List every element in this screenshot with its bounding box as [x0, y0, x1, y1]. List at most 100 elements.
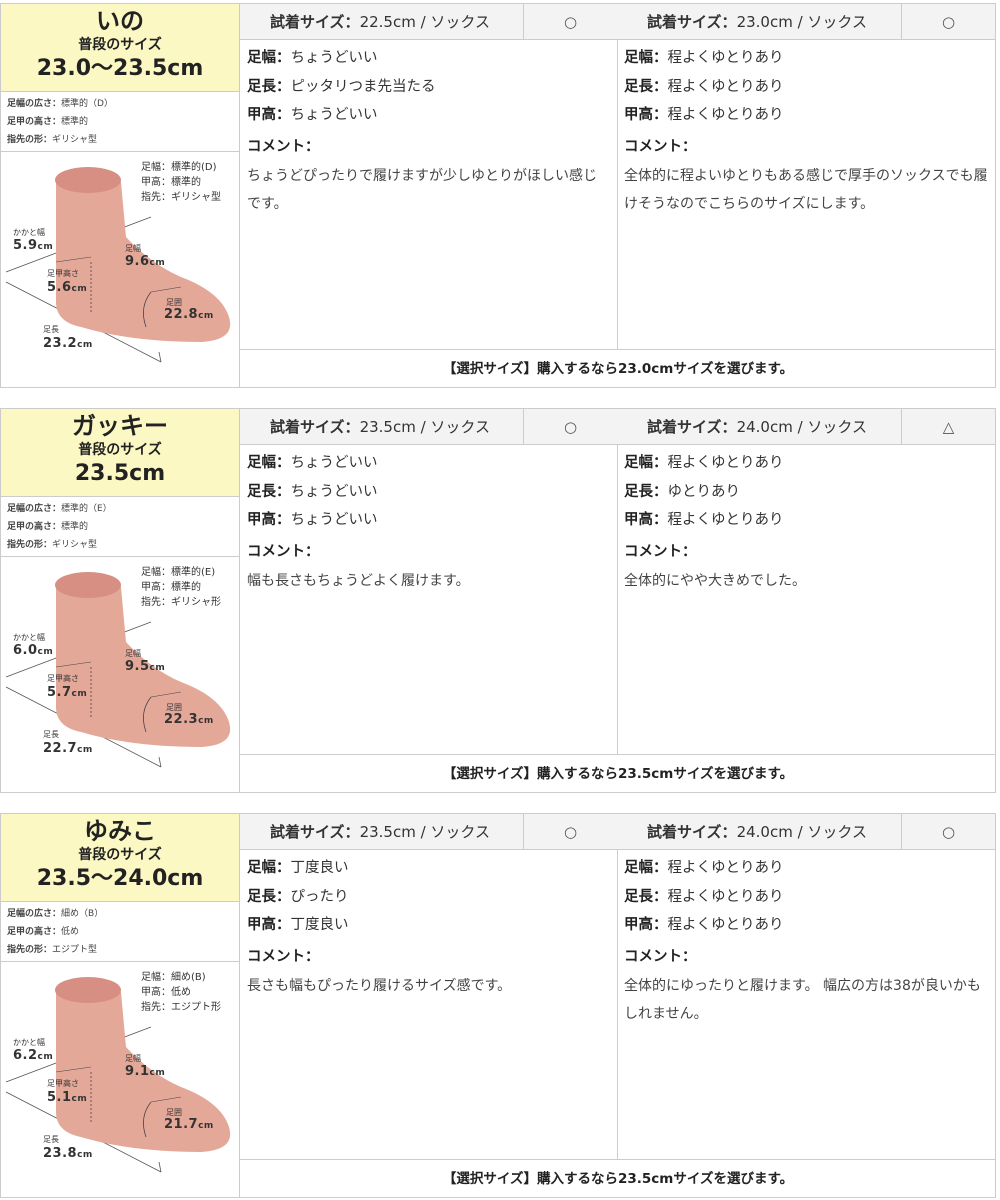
- fit-row-label: 足幅：: [624, 860, 668, 876]
- comment-label: コメント：: [247, 138, 320, 155]
- fit-row: 甲高：程よくゆとりあり: [624, 506, 988, 535]
- foot-diagram: 足幅：標準的(D) 甲高：標準的 指先：ギリシャ型 かかと幅 5.9cm 足幅 9.…: [1, 152, 239, 387]
- fit-row-label: 足幅：: [624, 455, 668, 471]
- try-size-value: 24.0cm / ソックス: [736, 418, 867, 436]
- foot-attributes: 足幅の広さ：標準的（E） 足甲の高さ：標準的 指先の形：ギリシャ型: [1, 497, 239, 557]
- try-size-label: 試着サイズ：: [270, 418, 360, 436]
- fit-row-value: ぴったり: [290, 888, 349, 905]
- usual-size-value: 23.5〜24.0cm: [36, 866, 204, 891]
- trial-header: 試着サイズ：22.5cm / ソックス ○: [240, 4, 617, 40]
- trial-column: 試着サイズ：24.0cm / ソックス ○ 足幅：程よくゆとりあり 足長：程よくゆ…: [617, 814, 995, 1159]
- foot-attributes: 足幅の広さ：標準的（D） 足甲の高さ：標準的 指先の形：ギリシャ型: [1, 92, 239, 152]
- reviewer-block: ガッキー 普段のサイズ 23.5cm 足幅の広さ：標準的（E） 足甲の高さ：標準的…: [0, 408, 1000, 793]
- reviewer-profile: ガッキー 普段のサイズ 23.5cm 足幅の広さ：標準的（E） 足甲の高さ：標準的…: [0, 408, 240, 793]
- heel-width-value: 6.0cm: [13, 643, 54, 658]
- fit-row-value: 程よくゆとりあり: [667, 888, 784, 905]
- reviewer-name: いの: [96, 7, 144, 35]
- reviewer-name: ガッキー: [72, 412, 168, 440]
- attr-value: 標準的（D）: [61, 99, 113, 109]
- attr-label: 足甲の高さ：: [7, 117, 62, 127]
- foot-length-label: 足長: [43, 325, 59, 334]
- fit-row-value: ピッタリつま先当たる: [290, 78, 436, 95]
- foot-diagram: 足幅：細め(B) 甲高：低め 指先：エジプト形 かかと幅 6.2cm 足幅 9.1c…: [1, 962, 239, 1197]
- fit-row: 甲高：程よくゆとりあり: [624, 911, 988, 940]
- foot-width-label: 足幅: [125, 1054, 141, 1063]
- try-size-label: 試着サイズ：: [270, 13, 360, 31]
- instep-height-label: 足甲高さ: [47, 269, 79, 278]
- try-size-value: 23.0cm / ソックス: [736, 13, 867, 31]
- trial-results: 試着サイズ：23.5cm / ソックス ○ 足幅：丁度良い 足長：ぴったり 甲高：丁…: [240, 813, 996, 1198]
- comment-text: 幅も長さもちょうどよく履けます。: [247, 572, 470, 589]
- comment-label: コメント：: [624, 543, 697, 560]
- fit-row-label: 甲高：: [247, 107, 291, 123]
- attr-value: 標準的: [61, 522, 89, 532]
- fit-row-value: 程よくゆとりあり: [667, 917, 784, 933]
- legend-line: 甲高：低め: [141, 987, 191, 998]
- foot-attribute: 足甲の高さ：標準的: [7, 518, 233, 536]
- trial-column: 試着サイズ：23.0cm / ソックス ○ 足幅：程よくゆとりあり 足長：程よくゆ…: [617, 4, 995, 349]
- selected-size-note: 【選択サイズ】購入するなら23.0cmサイズを選びます。: [240, 349, 996, 388]
- foot-width-value: 9.6cm: [125, 254, 166, 269]
- reviewer-header: いの 普段のサイズ 23.0〜23.5cm: [1, 4, 239, 92]
- fit-row-label: 足幅：: [247, 455, 291, 471]
- attr-value: 低め: [61, 927, 80, 937]
- foot-attribute: 足幅の広さ：標準的（D）: [7, 95, 233, 113]
- trial-column: 試着サイズ：24.0cm / ソックス △ 足幅：程よくゆとりあり 足長：ゆとりあ…: [617, 409, 995, 754]
- foot-width-label: 足幅: [125, 649, 141, 658]
- legend-line: 指先：ギリシャ型: [141, 192, 221, 203]
- heel-width-label: かかと幅: [13, 633, 45, 642]
- fit-row-label: 甲高：: [247, 512, 291, 528]
- instep-height-value: 5.6cm: [47, 280, 88, 295]
- foot-girth-value: 22.8cm: [164, 307, 214, 322]
- foot-attribute: 指先の形：エジプト型: [7, 941, 233, 959]
- trial-column: 試着サイズ：23.5cm / ソックス ○ 足幅：ちょうどいい 足長：ちょうどいい…: [240, 409, 618, 754]
- fit-row: 足長：ぴったり: [247, 883, 610, 912]
- trial-header: 試着サイズ：23.5cm / ソックス ○: [240, 814, 617, 850]
- attr-value: 標準的（E）: [61, 504, 112, 514]
- foot-girth-value: 22.3cm: [164, 712, 214, 727]
- comment-text: 全体的にやや大きめでした。: [624, 572, 806, 589]
- heel-width-label: かかと幅: [13, 228, 45, 237]
- attr-label: 足幅の広さ：: [7, 99, 62, 109]
- fit-row-label: 足長：: [247, 888, 291, 905]
- usual-size-label: 普段のサイズ: [78, 442, 162, 458]
- comment-text: 長さも幅もぴったり履けるサイズ感です。: [247, 977, 512, 994]
- foot-length-value: 23.8cm: [43, 1146, 93, 1161]
- trial-header: 試着サイズ：24.0cm / ソックス △: [617, 409, 995, 445]
- reviewer-profile: いの 普段のサイズ 23.0〜23.5cm 足幅の広さ：標準的（D） 足甲の高さ：…: [0, 3, 240, 388]
- fit-mark: ○: [901, 4, 995, 39]
- fit-row: 足幅：程よくゆとりあり: [624, 449, 988, 478]
- fit-row-value: ちょうどいい: [290, 455, 378, 471]
- fit-row-label: 足長：: [624, 888, 668, 905]
- usual-size-label: 普段のサイズ: [78, 37, 162, 53]
- fit-row: 足幅：ちょうどいい: [247, 449, 610, 478]
- legend-line: 足幅：細め(B): [141, 972, 206, 983]
- reviewer-header: ガッキー 普段のサイズ 23.5cm: [1, 409, 239, 497]
- fit-row: 甲高：丁度良い: [247, 911, 610, 940]
- fit-row-value: 程よくゆとりあり: [667, 107, 784, 123]
- trial-column: 試着サイズ：22.5cm / ソックス ○ 足幅：ちょうどいい足長：ピッタリつま…: [240, 4, 618, 349]
- fit-row: 足長：ゆとりあり: [624, 478, 988, 507]
- fit-row-label: 甲高：: [624, 512, 668, 528]
- fit-row-label: 足長：: [624, 78, 668, 95]
- foot-girth-value: 21.7cm: [164, 1117, 214, 1132]
- fit-row-value: 程よくゆとりあり: [667, 860, 784, 876]
- fit-row-label: 足長：: [247, 78, 291, 95]
- reviewer-block: ゆみこ 普段のサイズ 23.5〜24.0cm 足幅の広さ：細め（B） 足甲の高さ：…: [0, 813, 1000, 1198]
- usual-size-value: 23.5cm: [74, 461, 166, 486]
- fit-row: 足長：程よくゆとりあり: [624, 73, 988, 102]
- reviewer-header: ゆみこ 普段のサイズ 23.5〜24.0cm: [1, 814, 239, 902]
- fit-row-label: 甲高：: [624, 917, 668, 933]
- fit-row: 足長：ちょうどいい: [247, 478, 610, 507]
- foot-width-value: 9.1cm: [125, 1064, 166, 1079]
- usual-size-value: 23.0〜23.5cm: [36, 56, 204, 81]
- foot-attribute: 足幅の広さ：細め（B）: [7, 905, 233, 923]
- reviewer-name: ゆみこ: [84, 817, 156, 845]
- foot-length-value: 23.2cm: [43, 336, 93, 351]
- try-size-label: 試着サイズ：: [270, 823, 360, 841]
- fit-mark: ○: [523, 814, 617, 849]
- fit-row: 足幅：ちょうどいい: [247, 44, 610, 73]
- instep-height-value: 5.7cm: [47, 685, 88, 700]
- legend-line: 足幅：標準的(D): [141, 162, 217, 173]
- foot-legend: 足幅：標準的(E) 甲高：標準的 指先：ギリシャ形: [141, 565, 221, 610]
